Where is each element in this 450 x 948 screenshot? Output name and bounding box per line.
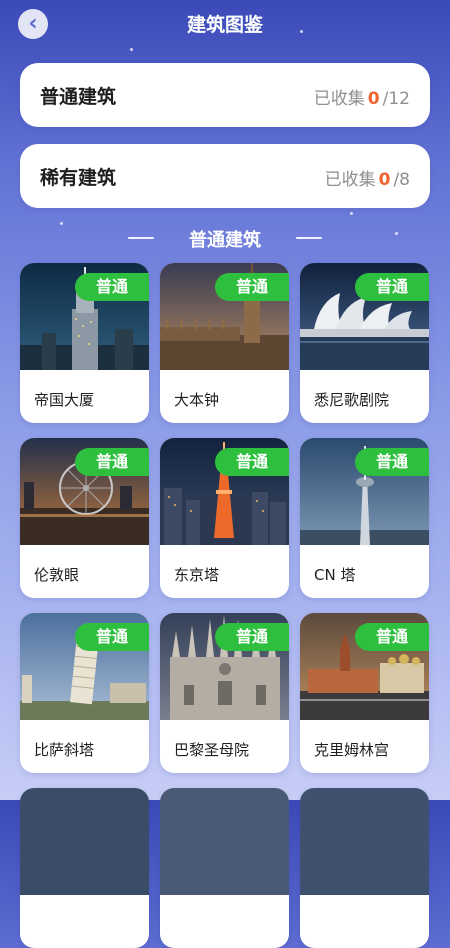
section-header: 普通建筑 <box>0 226 450 251</box>
collected-number: 0 <box>378 170 391 190</box>
rarity-badge: 普通 <box>215 623 289 651</box>
building-photo <box>300 788 429 895</box>
building-name: 悉尼歌剧院 <box>314 391 390 409</box>
section-divider-right <box>296 237 322 239</box>
building-photo <box>160 788 289 895</box>
summary-name: 普通建筑 <box>40 86 117 108</box>
page-title: 建筑图鉴 <box>186 14 263 36</box>
building-card-partial[interactable] <box>20 788 149 948</box>
building-photo <box>20 788 149 895</box>
building-card[interactable]: 普通 悉尼歌剧院 <box>300 263 429 423</box>
section-title: 普通建筑 <box>189 230 261 251</box>
section-divider-left <box>128 237 154 239</box>
building-card-partial[interactable] <box>300 788 429 948</box>
collected-label: 已收集 <box>324 170 376 190</box>
summary-count: 已收集 0/8 <box>325 165 410 190</box>
rarity-badge: 普通 <box>355 448 429 476</box>
building-card-partial[interactable] <box>160 788 289 948</box>
rarity-badge: 普通 <box>75 448 149 476</box>
rarity-badge: 普通 <box>215 273 289 301</box>
building-card[interactable]: 普通 大本钟 <box>160 263 289 423</box>
building-card[interactable]: 普通 帝国大厦 <box>20 263 149 423</box>
rarity-badge: 普通 <box>75 623 149 651</box>
collected-label: 已收集 <box>313 89 365 109</box>
common-buildings-card[interactable]: 普通建筑 已收集 0/12 <box>20 63 430 127</box>
building-card[interactable]: 普通 比萨斜塔 <box>20 613 149 773</box>
header: ‹ 建筑图鉴 <box>0 0 450 44</box>
rarity-badge: 普通 <box>355 623 429 651</box>
total-number: /8 <box>393 170 410 190</box>
building-card[interactable]: 普通 巴黎圣母院 <box>160 613 289 773</box>
rarity-badge: 普通 <box>75 273 149 301</box>
rarity-badge: 普通 <box>355 273 429 301</box>
building-name: 克里姆林宫 <box>314 741 390 759</box>
building-name: 伦敦眼 <box>34 566 80 584</box>
building-name: 东京塔 <box>174 566 220 584</box>
building-name: CN 塔 <box>314 566 356 584</box>
building-card[interactable]: 普通 伦敦眼 <box>20 438 149 598</box>
rarity-badge: 普通 <box>215 448 289 476</box>
building-name: 比萨斜塔 <box>34 741 95 759</box>
building-name: 大本钟 <box>174 391 220 409</box>
building-card[interactable]: 普通 CN 塔 <box>300 438 429 598</box>
summary-count: 已收集 0/12 <box>314 84 410 109</box>
building-name: 帝国大厦 <box>34 391 95 409</box>
total-number: /12 <box>382 89 410 109</box>
rare-buildings-card[interactable]: 稀有建筑 已收集 0/8 <box>20 144 430 208</box>
summary-name: 稀有建筑 <box>40 167 117 189</box>
building-card[interactable]: 普通 东京塔 <box>160 438 289 598</box>
building-card[interactable]: 普通 克里姆林宫 <box>300 613 429 773</box>
building-name: 巴黎圣母院 <box>174 741 250 759</box>
collected-number: 0 <box>367 89 380 109</box>
